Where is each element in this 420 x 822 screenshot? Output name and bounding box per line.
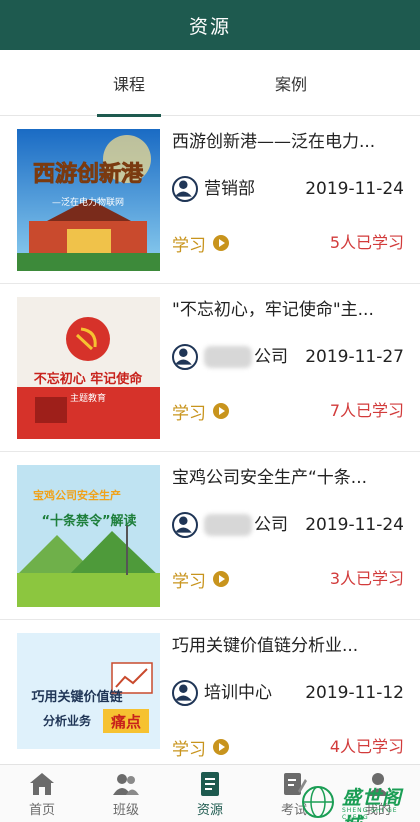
redacted-block: [204, 346, 252, 368]
course-meta: 公司 2019-11-27: [172, 342, 404, 372]
svg-text:“十条禁令”解读: “十条禁令”解读: [41, 513, 136, 529]
course-author: 营销部: [204, 179, 255, 199]
study-button[interactable]: 学习: [172, 228, 229, 258]
play-icon: [213, 739, 229, 755]
play-icon: [213, 235, 229, 251]
home-icon: [30, 773, 54, 795]
study-label: 学习: [172, 739, 206, 760]
tab-course[interactable]: 课程: [69, 50, 189, 117]
course-item[interactable]: 宝鸡公司安全生产 “十条禁令”解读 宝鸡公司安全生产“十条... 公司 2019…: [0, 452, 420, 620]
study-button[interactable]: 学习: [172, 396, 229, 426]
svg-text:—泛在电力物联网: —泛在电力物联网: [52, 196, 124, 208]
course-thumbnail: 不忘初心 牢记使命 主题教育: [17, 297, 160, 439]
svg-text:宝鸡公司安全生产: 宝鸡公司安全生产: [33, 488, 121, 502]
course-date: 2019-11-27: [305, 347, 404, 367]
nav-resource[interactable]: 资源: [168, 765, 252, 822]
tab-case-label: 案例: [274, 75, 307, 94]
avatar-icon: [172, 344, 198, 370]
course-author: 公司: [204, 342, 288, 372]
avatar-icon: [172, 176, 198, 202]
play-icon: [213, 571, 229, 587]
tab-course-label: 课程: [112, 75, 145, 94]
course-date: 2019-11-24: [305, 515, 404, 535]
nav-home[interactable]: 首页: [0, 765, 84, 822]
course-title[interactable]: 巧用关键价值链分析业...: [172, 632, 410, 660]
study-button[interactable]: 学习: [172, 732, 229, 762]
study-button[interactable]: 学习: [172, 564, 229, 594]
nav-home-label: 首页: [28, 803, 55, 818]
nav-resource-label: 资源: [196, 803, 223, 818]
page-title: 资源: [188, 15, 231, 38]
svg-text:不忘初心 牢记使命: 不忘初心 牢记使命: [34, 371, 144, 387]
course-thumbnail: 西游创新港 —泛在电力物联网: [17, 129, 160, 271]
course-title[interactable]: 宝鸡公司安全生产“十条...: [172, 464, 410, 492]
svg-text:西游创新港: 西游创新港: [33, 161, 144, 187]
course-thumbnail: 宝鸡公司安全生产 “十条禁令”解读: [17, 465, 160, 607]
avatar-icon: [172, 680, 198, 706]
course-date: 2019-11-12: [305, 683, 404, 703]
course-author: 培训中心: [204, 683, 272, 703]
course-title[interactable]: 西游创新港——泛在电力...: [172, 128, 410, 156]
learner-count: 4人已学习: [329, 737, 404, 756]
course-author-text: 公司: [254, 515, 288, 535]
course-author-text: 公司: [254, 347, 288, 367]
course-item[interactable]: 不忘初心 牢记使命 主题教育 "不忘初心，牢记使命"主... 公司 2019-1…: [0, 284, 420, 452]
svg-text:巧用关键价值链: 巧用关键价值链: [31, 689, 123, 705]
svg-text:主题教育: 主题教育: [70, 392, 106, 404]
globe-icon: [302, 786, 334, 818]
study-label: 学习: [172, 571, 206, 592]
app-header: 资源: [0, 0, 420, 50]
watermark-logo: 盛世阁城 SHENG SHI GE CHENG: [298, 783, 412, 822]
study-label: 学习: [172, 403, 206, 424]
course-meta: 营销部 2019-11-24: [172, 174, 404, 204]
tab-bar: 课程 案例: [0, 50, 420, 117]
nav-class[interactable]: 班级: [84, 765, 168, 822]
avatar-icon: [172, 512, 198, 538]
resource-icon: [201, 772, 219, 796]
course-title[interactable]: "不忘初心，牢记使命"主...: [172, 296, 410, 324]
course-thumbnail: 巧用关键价值链 分析业务 痛点: [17, 633, 160, 764]
play-icon: [213, 403, 229, 419]
study-label: 学习: [172, 235, 206, 256]
redacted-block: [204, 514, 252, 536]
learner-count: 3人已学习: [329, 569, 404, 588]
learner-count: 7人已学习: [329, 401, 404, 420]
nav-class-label: 班级: [112, 803, 139, 818]
course-date: 2019-11-24: [305, 179, 404, 199]
tab-case[interactable]: 案例: [231, 50, 351, 116]
learner-count: 5人已学习: [329, 233, 404, 252]
course-item[interactable]: 巧用关键价值链 分析业务 痛点 巧用关键价值链分析业... 培训中心 2019-…: [0, 620, 420, 764]
course-list: 西游创新港 —泛在电力物联网 西游创新港——泛在电力... 营销部 2019-1…: [0, 116, 420, 764]
course-item[interactable]: 西游创新港 —泛在电力物联网 西游创新港——泛在电力... 营销部 2019-1…: [0, 116, 420, 284]
svg-text:痛点: 痛点: [110, 713, 141, 731]
svg-text:分析业务: 分析业务: [43, 713, 92, 728]
course-meta: 公司 2019-11-24: [172, 510, 404, 540]
course-author: 公司: [204, 510, 288, 540]
watermark-subtext: SHENG SHI GE CHENG: [342, 807, 398, 821]
class-icon: [113, 774, 139, 795]
course-meta: 培训中心 2019-11-12: [172, 678, 404, 708]
